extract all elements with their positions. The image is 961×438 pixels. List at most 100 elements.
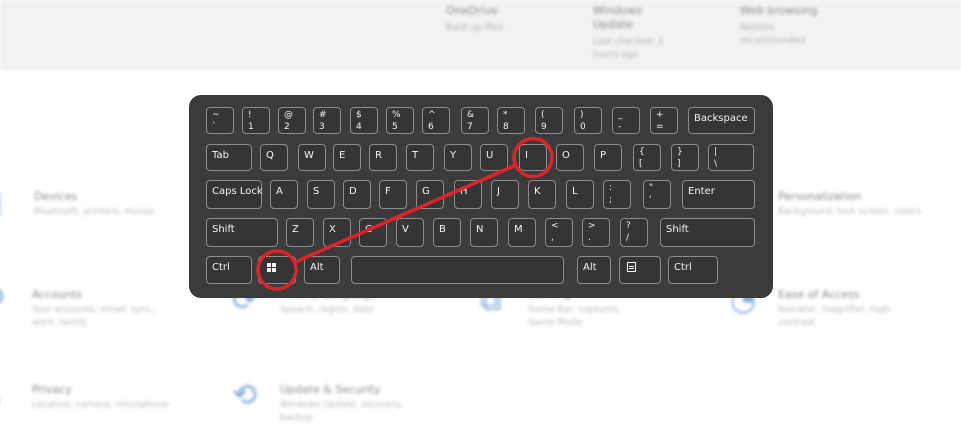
key-symbol-11: _ -: [612, 107, 640, 134]
key-shift-legend: $: [356, 110, 362, 120]
category-title: Devices: [34, 190, 78, 203]
category-subtitle: Windows Update, recovery, backup: [280, 400, 404, 423]
key-base-legend: ;: [609, 195, 613, 205]
key-shift-legend: ~: [212, 110, 220, 120]
category-subtitle: Narrator, magnifier, high contrast: [778, 305, 890, 328]
key-shift-legend: *: [503, 110, 508, 120]
key-u: U: [480, 144, 508, 171]
key-x: X: [323, 218, 351, 247]
key-legend: E: [339, 150, 346, 161]
key-base-legend: 1: [248, 122, 254, 132]
onedrive-status[interactable]: OneDrive Back up files: [446, 4, 586, 35]
key-legend: Shift: [666, 224, 689, 235]
web-browsing-status[interactable]: Web browsing Restore recommended: [740, 4, 830, 48]
key-legend: Alt: [310, 262, 324, 273]
key-2: @2: [278, 107, 306, 134]
key-base-legend: 5: [392, 122, 398, 132]
key-k: K: [528, 180, 556, 209]
key-tab: Tab: [206, 144, 252, 171]
key-legend: U: [486, 150, 494, 161]
context-menu-icon: [627, 262, 636, 272]
key-legend: S: [313, 186, 320, 197]
key-shift-legend: @: [284, 110, 293, 120]
key-base-legend: .: [588, 233, 591, 243]
key-legend: Backspace: [694, 113, 748, 124]
key-3: #3: [313, 107, 341, 134]
keyboard-icon: ▯: [0, 188, 3, 218]
key-alt: Alt: [304, 256, 340, 284]
spacebar-key: [351, 256, 564, 284]
key-shift-legend: |: [714, 147, 718, 157]
key-h: H: [454, 180, 482, 209]
key-6: ^ 6: [422, 107, 450, 134]
key-base-legend: 6: [428, 122, 434, 132]
windows-update-title: Windows Update: [593, 4, 643, 31]
key-legend: F: [385, 186, 391, 197]
key-shift-legend: (: [541, 110, 545, 120]
key-shift-legend: }: [677, 147, 683, 157]
key-base-legend: ]: [677, 159, 681, 169]
windows-key: [258, 256, 296, 284]
key-n: N: [470, 218, 498, 247]
key-legend: Tab: [212, 150, 229, 161]
key-legend: Caps Lock: [212, 186, 263, 197]
settings-status-bar: OneDrive Back up files Windows Update La…: [0, 0, 961, 70]
key-legend: Alt: [583, 262, 597, 273]
key-legend: Q: [266, 150, 274, 161]
category-title: Ease of Access: [778, 288, 860, 301]
key-legend: P: [600, 150, 607, 161]
key-shift-legend: &: [467, 110, 475, 120]
key-base-legend: -: [618, 122, 622, 132]
key-legend: Y: [450, 150, 457, 161]
key-shift-legend: _: [618, 110, 623, 120]
windows-update-status[interactable]: Windows Update Last checked: 2 hours ago: [593, 4, 683, 62]
key-legend: Ctrl: [674, 262, 692, 273]
key-o: O: [556, 144, 584, 171]
category-title: Personalization: [778, 190, 862, 203]
key-m: M: [508, 218, 536, 247]
key-c: C: [359, 218, 387, 247]
key-base-legend: 4: [356, 122, 362, 132]
key-legend: A: [276, 186, 283, 197]
key-4: $4: [350, 107, 378, 134]
key-legend: M: [514, 224, 523, 235]
key-legend: X: [329, 224, 336, 235]
key-shift-legend: >: [588, 221, 596, 231]
menu-key: [619, 256, 661, 284]
key-v: V: [396, 218, 424, 247]
key-base-legend: 3: [319, 122, 325, 132]
key-t: T: [406, 144, 434, 171]
key-symbol-9: >.: [582, 218, 610, 247]
key-shift-legend: +: [656, 110, 664, 120]
key-legend: B: [439, 224, 446, 235]
key-y: Y: [444, 144, 472, 171]
key-p: P: [594, 144, 622, 171]
onedrive-title: OneDrive: [446, 4, 498, 17]
key-symbol-12: + =: [650, 107, 678, 134]
key-alt: Alt: [577, 256, 611, 284]
key-5: % 5: [386, 107, 414, 134]
sync-icon: ⟲: [232, 378, 258, 413]
key-legend: I: [525, 150, 528, 161]
keyboard-illustration: ~ `! 1 @2 #3 $4% 5 ^ 6 & 7 * 8(9) 0 _ - + = Backspace Tab Q W…: [189, 95, 773, 298]
key-8: * 8: [497, 107, 525, 134]
key-shift-legend: <: [551, 221, 559, 231]
key-shift: Shift: [660, 218, 755, 247]
key-caps-lock: Caps Lock: [206, 180, 263, 209]
key-base-legend: `: [212, 122, 217, 132]
web-browsing-title: Web browsing: [740, 4, 818, 17]
category-subtitle: Game Bar, captures, Game Mode: [528, 305, 621, 328]
key-base-legend: \: [714, 159, 718, 169]
key-b: B: [433, 218, 461, 247]
key-enter: Enter: [682, 180, 755, 209]
key-base-legend: /: [626, 233, 630, 243]
key-g: G: [416, 180, 444, 209]
key-legend: N: [476, 224, 484, 235]
key-shift: Shift: [206, 218, 278, 247]
key-i: I: [519, 144, 547, 171]
key-symbol-12: }]: [671, 144, 699, 171]
onedrive-subtitle: Back up files: [446, 23, 504, 33]
key-base-legend: [: [639, 159, 643, 169]
key-legend: T: [412, 150, 419, 161]
key-shift-legend: ): [580, 110, 584, 120]
